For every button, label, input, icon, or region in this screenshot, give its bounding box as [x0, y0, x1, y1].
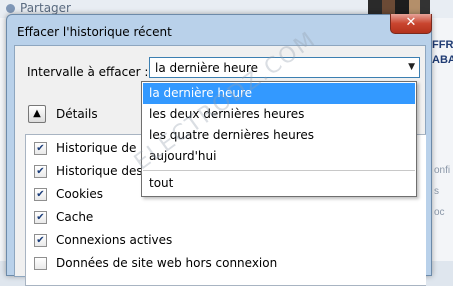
dropdown-option-everything[interactable]: tout: [143, 173, 415, 194]
dropdown-separator: [143, 170, 415, 171]
checkbox-offline-website-data[interactable]: [34, 256, 47, 270]
checkbox-row-cookies[interactable]: ✔ Cookies: [34, 185, 103, 203]
interval-select-value: la dernière heure: [155, 61, 259, 75]
checkbox-cookies[interactable]: ✔: [34, 187, 47, 201]
dropdown-option-today[interactable]: aujourd'hui: [143, 146, 415, 167]
background-side-line-1: onfi: [434, 165, 451, 176]
details-label[interactable]: Détails: [56, 107, 98, 121]
interval-select[interactable]: la dernière heure ▼: [149, 57, 420, 78]
checkbox-form-history[interactable]: ✔: [34, 164, 47, 178]
interval-dropdown-list: la dernière heure les deux dernières heu…: [141, 81, 417, 197]
details-toggle-button[interactable]: ▲: [28, 105, 46, 123]
checkbox-label: Données de site web hors connexion: [56, 256, 278, 270]
checkbox-active-logins[interactable]: ✔: [34, 233, 47, 247]
share-link[interactable]: Partager: [20, 1, 71, 15]
checkbox-label: Cookies: [56, 187, 103, 201]
checkbox-label: Cache: [56, 210, 94, 224]
close-button[interactable]: ✕: [390, 14, 432, 34]
background-headline-line-2: ABA: [432, 54, 453, 66]
background-side-line-2: s: [434, 186, 439, 197]
background-side-text: onfi s oc: [434, 160, 450, 223]
checkbox-row-active-logins[interactable]: ✔ Connexions actives: [34, 231, 172, 249]
background-headline: FFRE ABA: [432, 38, 453, 68]
background-headline-line-1: FFRE: [432, 39, 453, 51]
dialog-title: Effacer l'historique récent: [17, 25, 172, 39]
checkbox-browsing-history[interactable]: ✔: [34, 141, 47, 155]
checkbox-row-cache[interactable]: ✔ Cache: [34, 208, 93, 226]
checkbox-label: Connexions actives: [56, 233, 173, 247]
dropdown-option-last-two-hours[interactable]: les deux dernières heures: [143, 104, 415, 125]
share-icon[interactable]: [6, 4, 15, 13]
checkbox-cache[interactable]: ✔: [34, 210, 47, 224]
dropdown-option-last-hour[interactable]: la dernière heure: [143, 83, 415, 104]
dropdown-option-last-four-hours[interactable]: les quatre dernières heures: [143, 125, 415, 146]
interval-label: Intervalle à effacer :: [27, 65, 149, 79]
chevron-down-icon[interactable]: ▼: [408, 62, 415, 72]
background-side-line-3: oc: [434, 207, 445, 218]
checkbox-row-offline-website-data[interactable]: Données de site web hors connexion: [34, 254, 277, 272]
